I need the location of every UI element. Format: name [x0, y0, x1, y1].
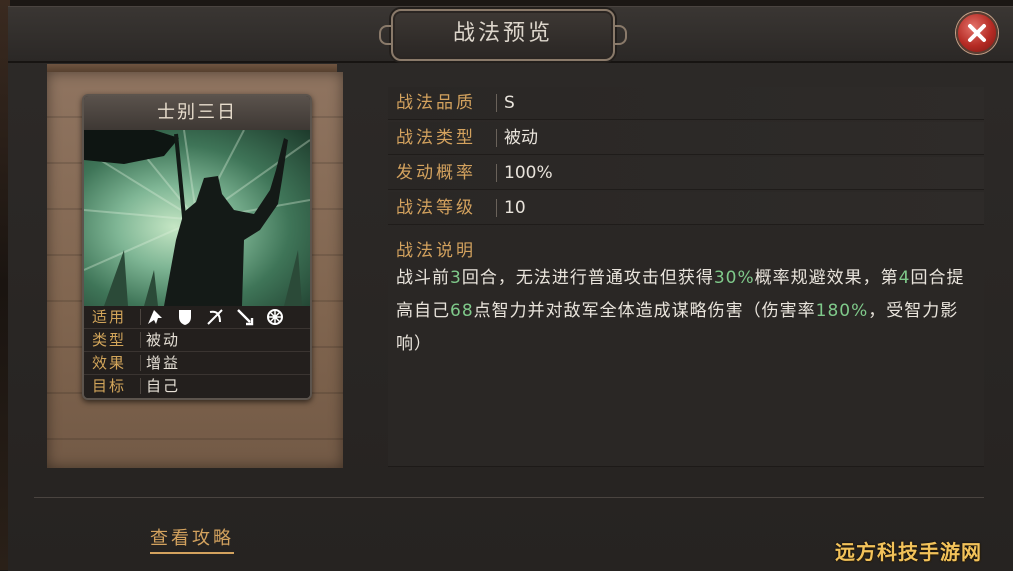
stat-separator	[140, 355, 141, 371]
info-label: 战法类型	[396, 128, 476, 148]
info-row-type: 战法类型 被动	[388, 122, 984, 155]
stat-value: 自己	[146, 377, 181, 395]
stat-label: 类型	[92, 331, 127, 349]
troop-type-icons	[146, 308, 291, 326]
close-button[interactable]	[956, 12, 998, 54]
stat-row-applicable: 适用	[84, 306, 310, 329]
title-plate: 战法预览	[379, 9, 627, 61]
info-value: 被动	[504, 128, 538, 148]
info-row-level: 战法等级 10	[388, 192, 984, 225]
view-guide-link[interactable]: 查看攻略	[150, 524, 234, 554]
stat-label: 适用	[92, 308, 127, 326]
warrior-silhouette-image	[84, 129, 310, 306]
stat-separator	[140, 309, 141, 325]
desc-segment: 点智力并对敌军全体造成谋略伤害（伤害率	[473, 301, 816, 321]
info-value: S	[504, 93, 515, 113]
stat-label: 效果	[92, 354, 127, 372]
stat-row-type: 类型 被动	[84, 329, 310, 352]
stat-separator	[140, 378, 141, 394]
description-text: 战斗前3回合，无法进行普通攻击但获得30%概率规避效果，第4回合提高自己68点智…	[396, 262, 980, 361]
stat-value: 增益	[146, 354, 181, 372]
desc-highlight: 30%	[713, 268, 755, 288]
bow-icon	[207, 309, 223, 325]
spear-icon	[237, 309, 254, 326]
skill-artwork	[84, 129, 310, 306]
info-label: 战法等级	[396, 198, 476, 218]
title-ornament-right	[615, 25, 627, 45]
stat-value: 被动	[146, 331, 181, 349]
stat-separator	[140, 332, 141, 348]
stat-row-target: 目标 自己	[84, 375, 310, 397]
info-row-trigger-rate: 发动概率 100%	[388, 157, 984, 190]
info-value: 10	[504, 198, 526, 218]
skill-name: 士别三日	[157, 102, 237, 123]
info-separator	[496, 94, 497, 112]
title-ornament-left	[379, 25, 391, 45]
desc-segment: 战斗前	[396, 268, 450, 288]
info-label: 战法品质	[396, 93, 476, 113]
stat-label: 目标	[92, 377, 127, 395]
desc-highlight: 4	[898, 268, 911, 288]
info-label: 发动概率	[396, 163, 476, 183]
stat-row-effect: 效果 增益	[84, 352, 310, 375]
description-box: 战法说明 战斗前3回合，无法进行普通攻击但获得30%概率规避效果，第4回合提高自…	[388, 232, 984, 467]
info-row-quality: 战法品质 S	[388, 87, 984, 120]
close-icon	[968, 24, 986, 42]
card-name-bar: 士别三日	[84, 96, 310, 131]
info-separator	[496, 199, 497, 217]
skill-card: 士别三日 适用 类型 被动 效果 增益 目标 自己	[82, 94, 312, 400]
desc-segment: 概率规避效果，第	[754, 268, 899, 288]
desc-highlight: 3	[450, 268, 462, 288]
desc-segment: 回合，无法进行普通攻击但获得	[461, 268, 714, 288]
info-separator	[496, 164, 497, 182]
cavalry-icon	[148, 310, 162, 324]
info-separator	[496, 129, 497, 147]
desc-highlight: 68	[450, 301, 474, 321]
wheel-icon	[267, 309, 284, 325]
card-stats-table: 适用 类型 被动 效果 增益 目标 自己	[84, 306, 310, 398]
footer-divider	[34, 497, 984, 498]
dialog-title: 战法预览	[452, 21, 553, 46]
desc-highlight: 180%	[815, 301, 869, 321]
watermark: 远方科技手游网	[835, 540, 982, 564]
info-value: 100%	[504, 163, 553, 183]
shield-icon	[179, 310, 192, 325]
description-title: 战法说明	[396, 241, 476, 261]
